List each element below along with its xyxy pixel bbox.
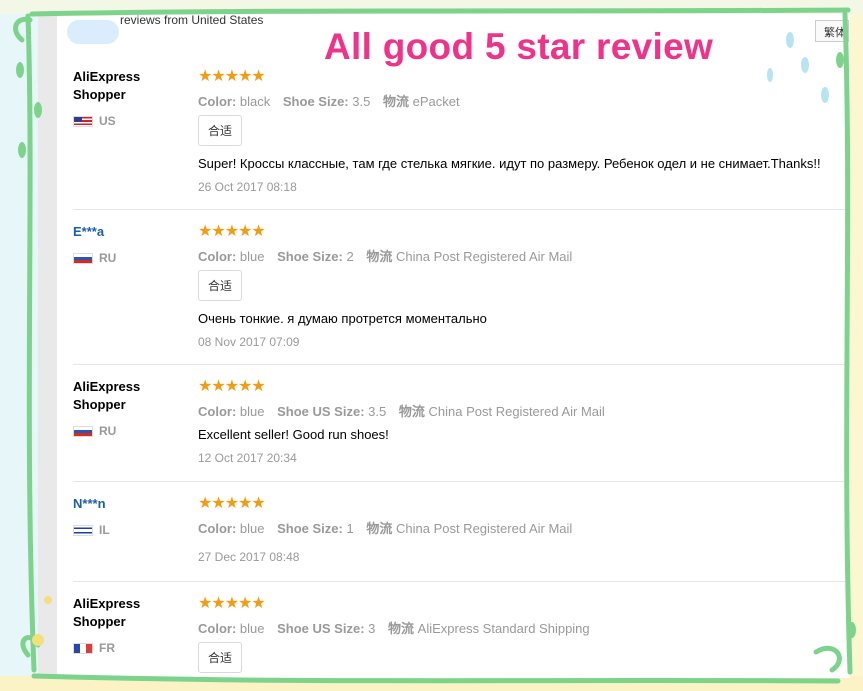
size-label: Shoe Size: bbox=[282, 94, 349, 109]
review-content: ★★★★★ Color: blue Shoe Size: 2 物流 China … bbox=[198, 223, 848, 349]
size-value: 2 bbox=[346, 249, 354, 264]
reviewer-name-line1: N***n bbox=[73, 496, 106, 511]
country-code: RU bbox=[99, 251, 117, 265]
il-flag-icon bbox=[73, 524, 93, 536]
divider bbox=[73, 481, 850, 482]
review-tag[interactable]: 合适 bbox=[198, 642, 243, 673]
us-flag-icon bbox=[73, 115, 93, 127]
divider bbox=[73, 364, 850, 365]
reviewer-name-line2: Shopper bbox=[73, 87, 126, 102]
divider bbox=[73, 581, 850, 582]
divider bbox=[73, 209, 850, 210]
size-value: 3 bbox=[368, 621, 376, 636]
color-label: Color: bbox=[198, 521, 237, 536]
review-date: 12 Oct 2017 20:34 bbox=[198, 451, 297, 465]
review-tag[interactable]: 合适 bbox=[198, 270, 243, 301]
reviewer-country: FR bbox=[73, 641, 115, 655]
color-label: Color: bbox=[198, 249, 237, 264]
shipping-value: China Post Registered Air Mail bbox=[395, 521, 573, 536]
country-code: FR bbox=[99, 641, 115, 655]
color-value: blue bbox=[239, 521, 265, 536]
review-tag[interactable]: 合适 bbox=[198, 115, 243, 146]
shipping-label: 物流 bbox=[398, 404, 425, 419]
shipping-label: 物流 bbox=[388, 621, 415, 636]
reviewer-name-line1: E***a bbox=[73, 224, 105, 239]
review-date: 27 Dec 2017 08:48 bbox=[198, 550, 300, 564]
reviewer-name-line1: AliExpress bbox=[73, 596, 141, 611]
ru-flag-icon bbox=[73, 425, 93, 437]
color-label: Color: bbox=[198, 404, 237, 419]
shipping-value: AliExpress Standard Shipping bbox=[417, 621, 590, 636]
review-attributes: Color: blue Shoe US Size: 3.5 物流 China P… bbox=[198, 401, 848, 419]
review-content: ★★★★★ Color: black Shoe Size: 3.5 物流 ePa… bbox=[198, 68, 848, 194]
size-label: Shoe Size: bbox=[277, 521, 343, 536]
reviewer-country: US bbox=[73, 114, 116, 128]
size-label: Shoe US Size: bbox=[277, 404, 365, 419]
reviewer-name[interactable]: AliExpress Shopper bbox=[73, 68, 183, 104]
reviewer-name[interactable]: N***n bbox=[73, 495, 183, 513]
country-code: IL bbox=[99, 523, 110, 537]
star-rating: ★★★★★ bbox=[198, 68, 266, 85]
color-value: blue bbox=[239, 621, 265, 636]
color-value: black bbox=[239, 94, 271, 109]
country-code: US bbox=[99, 114, 116, 128]
happy-day-sticker bbox=[65, 18, 123, 48]
reviewer-name-line1: AliExpress bbox=[73, 69, 141, 84]
reviewer-country: RU bbox=[73, 424, 116, 438]
color-value: blue bbox=[239, 404, 265, 419]
shipping-label: 物流 bbox=[366, 249, 393, 264]
country-code: RU bbox=[99, 424, 117, 438]
review-text: Super! Кроссы классные, там где стелька … bbox=[198, 156, 821, 171]
shipping-value: ePacket bbox=[412, 94, 460, 109]
reviewer-name-line2: Shopper bbox=[73, 614, 126, 629]
shipping-value: China Post Registered Air Mail bbox=[428, 404, 605, 419]
shipping-label: 物流 bbox=[366, 521, 393, 536]
background-top bbox=[0, 0, 863, 14]
review-text: Excellent seller! Good run shoes! bbox=[198, 427, 389, 442]
review-attributes: Color: blue Shoe Size: 1 物流 China Post R… bbox=[198, 518, 848, 536]
size-value: 3.5 bbox=[368, 404, 387, 419]
review-content: ★★★★★ Color: blue Shoe US Size: 3.5 物流 C… bbox=[198, 378, 848, 465]
star-rating: ★★★★★ bbox=[198, 595, 266, 612]
size-value: 1 bbox=[346, 521, 354, 536]
color-label: Color: bbox=[198, 621, 237, 636]
shipping-label: 物流 bbox=[382, 94, 409, 109]
reviews-header: reviews from United States bbox=[120, 13, 264, 27]
size-label: Shoe US Size: bbox=[277, 621, 365, 636]
review-attributes: Color: blue Shoe US Size: 3 物流 AliExpres… bbox=[198, 618, 848, 636]
shipping-value: China Post Registered Air Mail bbox=[395, 249, 573, 264]
headline-text: All good 5 star review bbox=[324, 26, 714, 67]
language-button[interactable]: 繁体 bbox=[815, 20, 849, 42]
ru-flag-icon bbox=[73, 252, 93, 264]
left-gutter bbox=[38, 14, 57, 678]
background-left bbox=[0, 0, 40, 691]
size-label: Shoe Size: bbox=[277, 249, 343, 264]
star-rating: ★★★★★ bbox=[198, 223, 266, 240]
reviewer-name[interactable]: AliExpress Shopper bbox=[73, 378, 183, 414]
review-date: 26 Oct 2017 08:18 bbox=[198, 180, 297, 194]
reviewer-name[interactable]: E***a bbox=[73, 223, 183, 241]
review-attributes: Color: black Shoe Size: 3.5 物流 ePacket bbox=[198, 91, 848, 109]
reviewer-country: RU bbox=[73, 251, 116, 265]
review-text: Очень тонкие. я думаю протрется моментал… bbox=[198, 311, 487, 326]
reviewer-country: IL bbox=[73, 523, 110, 537]
star-rating: ★★★★★ bbox=[198, 378, 266, 395]
review-content: ★★★★★ Color: blue Shoe Size: 1 物流 China … bbox=[198, 495, 848, 564]
size-value: 3.5 bbox=[352, 94, 371, 109]
color-label: Color: bbox=[198, 94, 237, 109]
fr-flag-icon bbox=[73, 642, 93, 654]
color-value: blue bbox=[239, 249, 265, 264]
reviewer-name-line2: Shopper bbox=[73, 397, 126, 412]
review-content: ★★★★★ Color: blue Shoe US Size: 3 物流 Ali… bbox=[198, 595, 848, 673]
review-attributes: Color: blue Shoe Size: 2 物流 China Post R… bbox=[198, 246, 848, 264]
reviewer-name-line1: AliExpress bbox=[73, 379, 141, 394]
background-bottom bbox=[0, 676, 863, 691]
review-date: 08 Nov 2017 07:09 bbox=[198, 335, 300, 349]
star-rating: ★★★★★ bbox=[198, 495, 266, 512]
reviewer-name[interactable]: AliExpress Shopper bbox=[73, 595, 183, 631]
